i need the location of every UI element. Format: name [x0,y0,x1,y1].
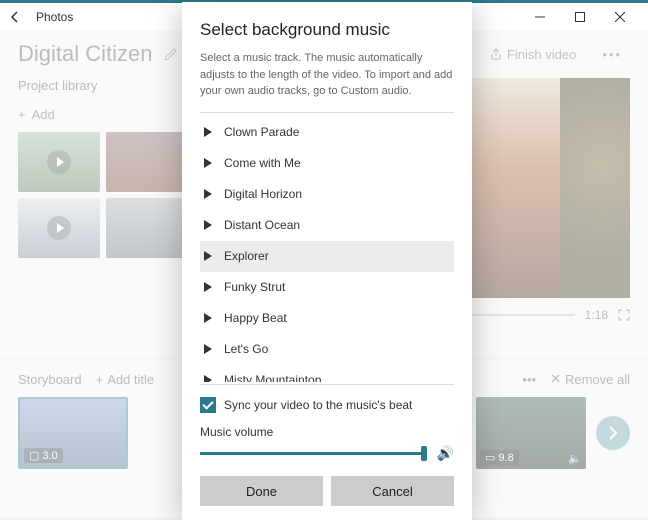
track-label: Let's Go [224,342,268,356]
track-label: Explorer [224,249,269,263]
track-item[interactable]: Happy Beat [200,303,454,334]
track-item[interactable]: Funky Strut [200,272,454,303]
play-icon [204,158,212,168]
play-icon [204,127,212,137]
track-label: Happy Beat [224,311,287,325]
sync-beat-checkbox[interactable]: Sync your video to the music's beat [200,397,454,413]
track-item[interactable]: Come with Me [200,148,454,179]
volume-label: Music volume [200,425,454,439]
track-label: Misty Mountaintop [224,373,321,382]
track-item[interactable]: Digital Horizon [200,179,454,210]
maximize-button[interactable] [560,4,600,30]
play-icon [204,220,212,230]
track-list[interactable]: Clown Parade Come with Me Digital Horizon D… [200,117,454,383]
track-item[interactable]: Explorer [200,241,454,272]
play-icon [204,282,212,292]
volume-slider[interactable] [200,452,427,455]
track-item[interactable]: Distant Ocean [200,210,454,241]
checkbox-checked-icon [200,397,216,413]
done-button[interactable]: Done [200,476,323,506]
track-item[interactable]: Let's Go [200,334,454,365]
background-music-dialog: Select background music Select a music t… [182,2,472,520]
track-label: Clown Parade [224,125,299,139]
minimize-button[interactable] [520,4,560,30]
track-label: Come with Me [224,156,301,170]
play-icon [204,313,212,323]
dialog-description: Select a music track. The music automati… [200,50,454,100]
track-item[interactable]: Clown Parade [200,117,454,148]
track-item[interactable]: Misty Mountaintop [200,365,454,383]
back-button[interactable] [8,10,28,24]
play-icon [204,251,212,261]
track-label: Distant Ocean [224,218,300,232]
track-label: Funky Strut [224,280,285,294]
track-label: Digital Horizon [224,187,302,201]
cancel-button[interactable]: Cancel [331,476,454,506]
play-icon [204,375,212,382]
play-icon [204,189,212,199]
close-button[interactable] [600,4,640,30]
speaker-icon: 🔊 [437,445,454,462]
dialog-title: Select background music [200,20,454,40]
play-icon [204,344,212,354]
